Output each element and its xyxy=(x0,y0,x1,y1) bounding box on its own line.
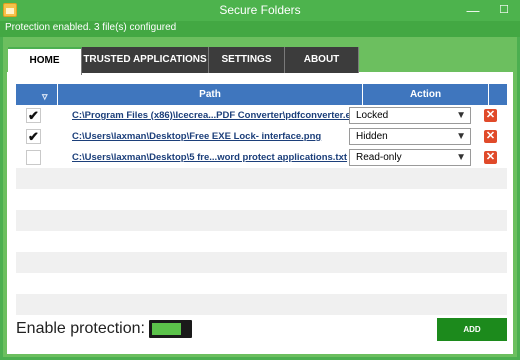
toggle-knob xyxy=(183,322,190,336)
delete-icon[interactable]: ✕ xyxy=(484,151,497,164)
toggle-fill xyxy=(152,323,181,335)
chevron-down-icon: ▼ xyxy=(456,110,466,121)
table-row: ✔ C:\Users\laxman\Desktop\Free EXE Lock-… xyxy=(16,126,507,147)
delete-icon[interactable]: ✕ xyxy=(484,109,497,122)
row-checkbox[interactable]: ✔ xyxy=(26,129,41,144)
empty-row xyxy=(16,294,507,315)
window-title: Secure Folders xyxy=(219,3,301,17)
chevron-down-icon: ▼ xyxy=(456,131,466,142)
table-row: ✔ C:\Program Files (x86)\Icecrea...PDF C… xyxy=(16,105,507,126)
file-path-link[interactable]: C:\Program Files (x86)\Icecrea...PDF Con… xyxy=(72,110,361,121)
tab-about[interactable]: ABOUT xyxy=(285,47,359,73)
add-button[interactable]: ADD xyxy=(437,318,507,341)
row-checkbox[interactable]: ✔ xyxy=(26,108,41,123)
title-bar: Secure Folders — ☐ xyxy=(0,0,520,21)
empty-row xyxy=(16,231,507,252)
table-row: C:\Users\laxman\Desktop\5 fre...word pro… xyxy=(16,147,507,168)
row-checkbox[interactable] xyxy=(26,150,41,165)
status-text: Protection enabled. 3 file(s) configured xyxy=(5,22,177,33)
tab-settings[interactable]: SETTINGS xyxy=(209,47,285,73)
action-value: Read-only xyxy=(356,152,402,163)
maximize-button[interactable]: ☐ xyxy=(489,0,519,21)
action-header: Action xyxy=(363,84,489,105)
empty-row xyxy=(16,273,507,294)
protection-toggle[interactable] xyxy=(149,320,192,338)
file-path-link[interactable]: C:\Users\laxman\Desktop\Free EXE Lock- i… xyxy=(72,131,321,142)
empty-row xyxy=(16,252,507,273)
action-value: Hidden xyxy=(356,131,388,142)
action-select[interactable]: Read-only ▼ xyxy=(349,149,471,166)
minimize-button[interactable]: — xyxy=(458,0,488,21)
action-select[interactable]: Locked ▼ xyxy=(349,107,471,124)
select-all-header[interactable]: ▿ xyxy=(16,84,58,105)
delete-icon[interactable]: ✕ xyxy=(484,130,497,143)
empty-row xyxy=(16,189,507,210)
chevron-down-icon: ▼ xyxy=(456,152,466,163)
file-path-link[interactable]: C:\Users\laxman\Desktop\5 fre...word pro… xyxy=(72,152,347,163)
status-bar: Protection enabled. 3 file(s) configured xyxy=(0,21,520,37)
enable-protection-label: Enable protection: xyxy=(16,320,145,337)
delete-header xyxy=(489,84,507,105)
action-select[interactable]: Hidden ▼ xyxy=(349,128,471,145)
table-header: ▿ Path Action xyxy=(16,84,507,105)
action-value: Locked xyxy=(356,110,389,121)
tab-trusted-applications[interactable]: TRUSTED APPLICATIONS xyxy=(82,47,209,73)
empty-row xyxy=(16,210,507,231)
empty-row xyxy=(16,168,507,189)
tab-home[interactable]: HOME xyxy=(8,47,82,75)
path-header: Path xyxy=(58,84,363,105)
